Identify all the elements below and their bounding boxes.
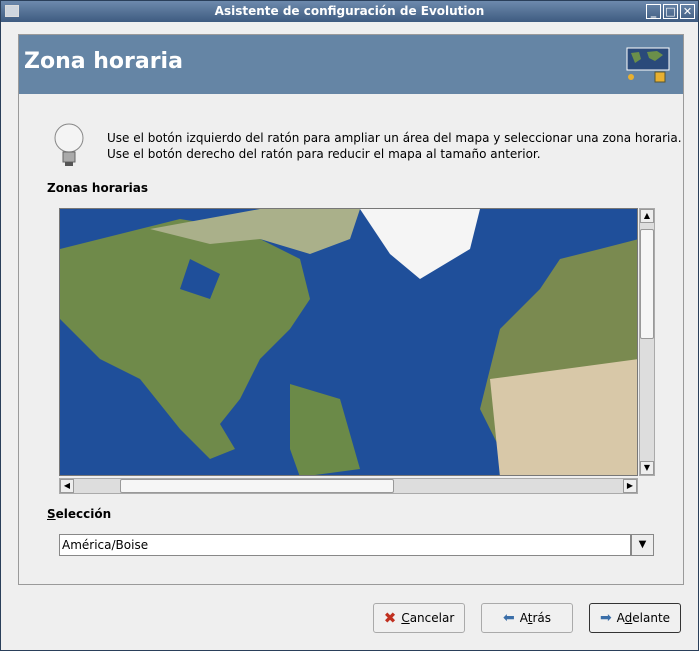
instructions: Use el botón izquierdo del ratón para am… <box>107 130 682 162</box>
button-label: Atrás <box>520 611 551 625</box>
wizard-window: Asistente de configuración de Evolution … <box>0 0 699 651</box>
label-text: elección <box>55 507 112 521</box>
label-text: rás <box>532 611 551 625</box>
button-label: Cancelar <box>401 611 454 625</box>
timezone-map-icon <box>626 47 670 83</box>
lightbulb-icon <box>54 123 84 166</box>
vertical-scroll-thumb[interactable] <box>640 229 654 339</box>
label-text: A <box>519 611 528 625</box>
map-label: Zonas horarias <box>47 181 148 195</box>
scroll-right-arrow-icon[interactable]: ▶ <box>623 479 637 493</box>
minimize-button[interactable]: _ <box>646 4 661 19</box>
cancel-x-icon: ✖ <box>383 609 397 627</box>
scroll-left-arrow-icon[interactable]: ◀ <box>60 479 74 493</box>
content-panel: Zona horaria Use el botón izquierdo del … <box>18 34 684 585</box>
close-button[interactable]: ✕ <box>680 4 695 19</box>
label-text: elante <box>632 611 671 625</box>
timezone-map[interactable] <box>59 208 638 476</box>
map-vertical-scrollbar[interactable]: ▲ ▼ <box>639 208 655 476</box>
scroll-up-arrow-icon[interactable]: ▲ <box>640 209 654 223</box>
window-menu-icon[interactable] <box>5 5 19 17</box>
horizontal-scroll-thumb[interactable] <box>120 479 394 493</box>
button-label: Adelante <box>617 611 670 625</box>
selection-label: Selección <box>47 507 111 521</box>
arrow-right-icon: ➡ <box>599 610 612 626</box>
label-text: A <box>616 611 625 625</box>
forward-button[interactable]: ➡ Adelante <box>589 603 681 633</box>
page-title: Zona horaria <box>24 49 183 74</box>
arrow-left-icon: ⬅ <box>503 610 515 626</box>
mnemonic: S <box>47 507 56 521</box>
label-text: ancelar <box>409 611 455 625</box>
mnemonic: C <box>401 611 410 625</box>
instruction-line: Use el botón izquierdo del ratón para am… <box>107 131 682 145</box>
window-title: Asistente de configuración de Evolution <box>214 4 485 18</box>
maximize-button[interactable]: □ <box>663 4 678 19</box>
scroll-down-arrow-icon[interactable]: ▼ <box>640 461 654 475</box>
page-header: Zona horaria <box>19 35 683 94</box>
combo-dropdown-button[interactable]: ▼ <box>631 534 654 556</box>
instruction-line: Use el botón derecho del ratón para redu… <box>107 147 541 161</box>
map-horizontal-scrollbar[interactable]: ◀ ▶ <box>59 478 638 494</box>
title-bar[interactable]: Asistente de configuración de Evolution … <box>1 1 698 22</box>
back-button[interactable]: ⬅ Atrás <box>481 603 573 633</box>
timezone-combo-entry[interactable]: América/Boise <box>59 534 631 556</box>
cancel-button[interactable]: ✖ Cancelar <box>373 603 465 633</box>
